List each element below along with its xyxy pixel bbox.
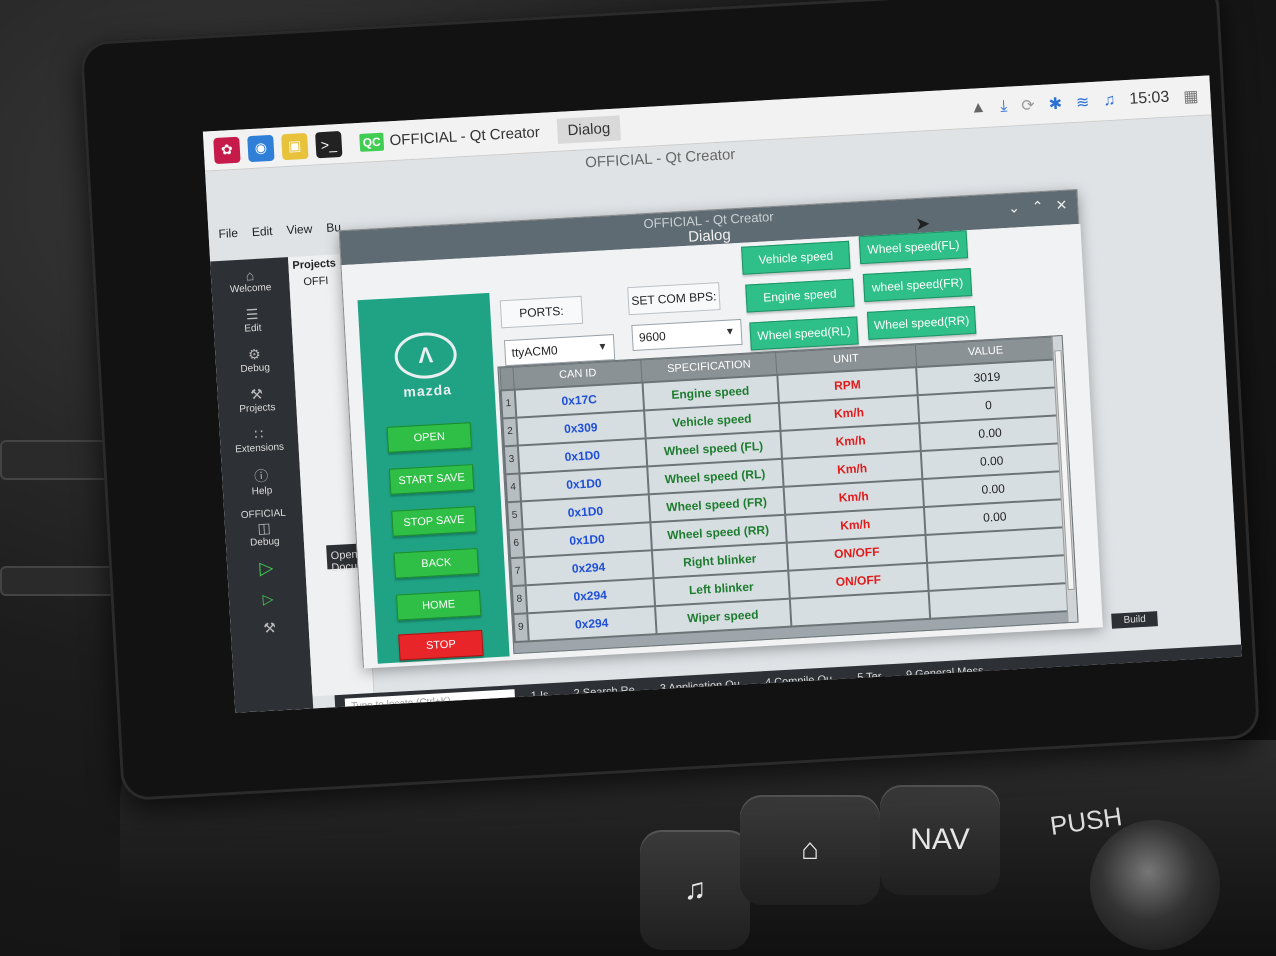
kit-mode: Debug — [249, 536, 280, 549]
mode-debug[interactable]: ⚙ Debug — [215, 336, 295, 380]
data-grid: CAN ID SPECIFICATION UNIT VALUE 1 0x17C En… — [498, 336, 1071, 642]
output-tab-application[interactable]: 3 Application Ou... — [660, 678, 750, 695]
menu-file[interactable]: File — [218, 226, 238, 241]
engine-speed-button[interactable]: Engine speed — [745, 278, 855, 313]
stop-button[interactable]: STOP — [398, 629, 484, 661]
can-data-table: CAN ID SPECIFICATION UNIT VALUE 1 0x17C En… — [497, 335, 1079, 655]
touch-display: ✿ ◉ ▣ >_ QC OFFICIAL - Qt Creator Dialog… — [79, 0, 1261, 802]
home-button[interactable]: HOME — [395, 589, 482, 621]
sync-icon[interactable]: ⟳ — [1021, 95, 1036, 116]
bps-label: SET COM BPS: — [627, 282, 721, 316]
corner-header — [499, 367, 515, 390]
can-id-cell[interactable]: 0x294 — [527, 605, 657, 641]
open-button[interactable]: OPEN — [386, 422, 472, 453]
qt-creator-icon: QC — [359, 132, 385, 152]
mazda-logo: Λ mazda — [381, 330, 471, 417]
mode-label: Help — [251, 485, 273, 498]
output-tab-general[interactable]: 9 General Mess... — [906, 664, 993, 681]
wheel-speed-rr-button[interactable]: Wheel speed(RR) — [866, 305, 977, 340]
control-panel: Λ mazda OPEN START SAVE STOP SAVE BACK H… — [357, 292, 510, 664]
output-tab-terminal[interactable]: 5 Ter... — [857, 670, 890, 684]
music-button[interactable]: ♫ — [640, 830, 750, 950]
vehicle-speed-button[interactable]: Vehicle speed — [741, 240, 851, 275]
mode-projects[interactable]: ⚒ Projects — [217, 376, 297, 420]
back-button[interactable]: BACK — [393, 547, 479, 579]
screen: ✿ ◉ ▣ >_ QC OFFICIAL - Qt Creator Dialog… — [202, 75, 1242, 713]
row-number[interactable]: 4 — [505, 473, 521, 502]
raspberry-menu-icon[interactable]: ✿ — [213, 136, 241, 164]
volume-icon[interactable]: ♫ — [1103, 91, 1116, 110]
wheel-speed-fr-button[interactable]: wheel speed(FR) — [862, 268, 973, 303]
eject-icon[interactable]: ▲ — [970, 98, 987, 117]
task-label: OFFICIAL - Qt Creator — [389, 123, 541, 150]
system-tray: ▲ ⤓ ⟳ ✱ ≋ ♫ 15:03 ▦ — [970, 85, 1211, 118]
home-button[interactable]: ⌂ — [740, 795, 880, 905]
chevron-down-icon: ▼ — [724, 326, 736, 338]
mode-edit[interactable]: ☰ Edit — [212, 296, 292, 340]
task-label: Dialog — [567, 119, 611, 140]
wheel-speed-fl-button[interactable]: Wheel speed(FL) — [858, 230, 969, 265]
mode-welcome[interactable]: ⌂ Welcome — [210, 257, 290, 300]
control-knob[interactable] — [1090, 820, 1220, 950]
minimize-icon[interactable]: ⌄ — [1008, 199, 1021, 217]
stop-save-button[interactable]: STOP SAVE — [391, 506, 477, 537]
mode-extensions[interactable]: ∷ Extensions — [219, 416, 299, 460]
ports-value: ttyACM0 — [511, 343, 559, 360]
mode-label: Debug — [240, 362, 271, 375]
logo-wordmark: mazda — [402, 381, 453, 400]
wheel-speed-rl-button[interactable]: Wheel speed(RL) — [749, 316, 859, 351]
dialog-window: OFFICIAL - Qt Creator Dialog ⌄ ⌃ ✕ Λ maz… — [338, 188, 1103, 669]
locator-input[interactable]: Type to locate (Ctrl+K) — [344, 688, 516, 713]
ports-label: PORTS: — [499, 295, 584, 329]
kit-selector[interactable]: OFFICIAL ◫ Debug — [224, 499, 305, 554]
start-save-button[interactable]: START SAVE — [388, 464, 475, 495]
bps-select[interactable]: 9600 ▼ — [631, 318, 743, 352]
output-tab-search[interactable]: 2 Search Re... — [573, 684, 644, 700]
dialog-body: Λ mazda OPEN START SAVE STOP SAVE BACK H… — [341, 223, 1103, 669]
mode-label: Welcome — [229, 282, 272, 296]
build-progress-label: Build — [1111, 611, 1159, 629]
nav-button[interactable]: NAV — [880, 785, 1000, 895]
terminal-icon[interactable]: >_ — [315, 130, 343, 158]
bps-value: 9600 — [638, 329, 667, 345]
close-icon[interactable]: ✕ — [1055, 197, 1068, 215]
output-tab-compile[interactable]: 4 Compile Ou... — [765, 673, 842, 689]
output-tab-issues[interactable]: 1 Is... — [531, 689, 559, 702]
qt-creator-title: OFFICIAL - Qt Creator — [584, 146, 736, 172]
maximize-icon[interactable]: ⌃ — [1031, 198, 1044, 216]
folder-icon[interactable]: ▣ — [281, 132, 309, 160]
download-icon[interactable]: ⤓ — [1000, 97, 1008, 115]
debug-run-icon[interactable]: ▷ — [228, 583, 307, 616]
build-hammer-icon[interactable]: ⚒ — [230, 612, 309, 645]
qt-creator-window: OFFICIAL - Qt Creator File Edit View Bu … — [205, 115, 1242, 713]
chevron-down-icon: ▼ — [597, 341, 608, 353]
menu-edit[interactable]: Edit — [251, 224, 272, 239]
menu-view[interactable]: View — [286, 222, 313, 237]
row-number[interactable]: 3 — [503, 445, 520, 474]
mode-help[interactable]: ⓘ Help — [221, 456, 301, 503]
bluetooth-icon[interactable]: ✱ — [1048, 93, 1063, 114]
mode-label: Edit — [244, 322, 262, 335]
clock: 15:03 — [1128, 88, 1170, 108]
task-dialog[interactable]: Dialog — [557, 115, 621, 144]
mode-label: Projects — [239, 402, 276, 416]
wifi-icon[interactable]: ≋ — [1075, 92, 1090, 113]
help-icon: ⓘ — [253, 467, 269, 485]
task-qt-creator[interactable]: QC OFFICIAL - Qt Creator — [349, 119, 550, 156]
mode-label: Extensions — [234, 441, 285, 456]
keyboard-icon[interactable]: ▦ — [1183, 86, 1199, 107]
mouse-pointer-icon: ➤ — [914, 213, 931, 235]
run-icon[interactable]: ▷ — [226, 550, 306, 587]
monitor-icon: ◫ — [257, 519, 272, 537]
mazda-emblem-icon: Λ — [393, 330, 458, 381]
browser-icon[interactable]: ◉ — [247, 134, 275, 162]
menu-bar: File Edit View Bu — [218, 220, 341, 241]
window-controls: ⌄ ⌃ ✕ — [1008, 197, 1068, 217]
